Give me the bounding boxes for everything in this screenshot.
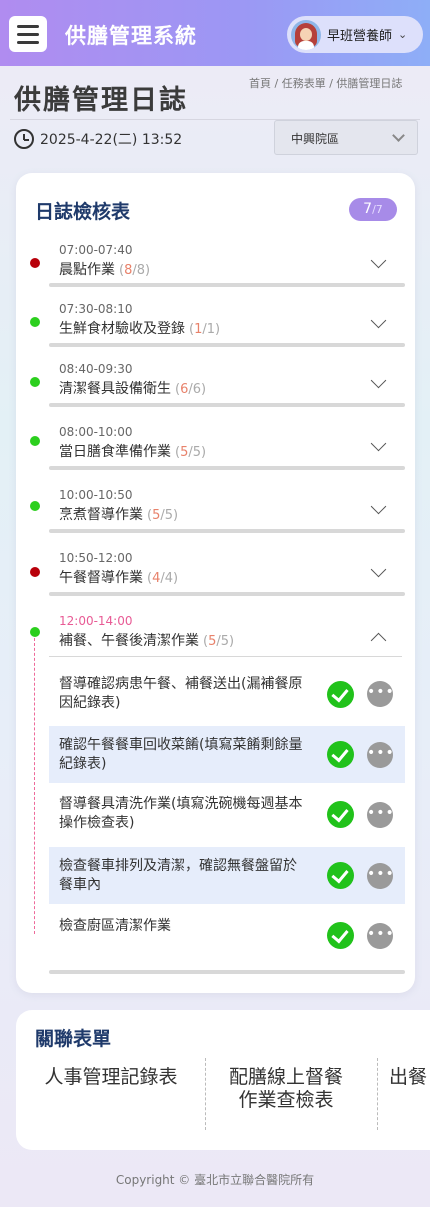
- task-total: /8: [132, 263, 146, 278]
- copyright: Copyright © 臺北市立聯合醫院所有: [115, 1173, 315, 1187]
- hospital-select[interactable]: 中興院區: [274, 120, 418, 155]
- checklist-title: 日誌檢核表: [35, 201, 131, 223]
- chevron-up-icon[interactable]: [370, 632, 387, 649]
- subtask-item: 檢查廚區清潔作業 •••: [49, 907, 405, 964]
- checklist-card: 日誌檢核表 7/7 07:00-07:40 晨點作業 (8/8) 07:30-08…: [16, 173, 415, 993]
- chevron-down-icon[interactable]: [370, 312, 387, 329]
- task-time: 08:00-10:00: [59, 425, 133, 439]
- status-dot: [30, 501, 40, 511]
- status-dot: [30, 627, 40, 637]
- divider: [377, 1058, 378, 1130]
- subtask-progress-bar: [49, 970, 405, 974]
- more-options-icon[interactable]: •••: [367, 681, 394, 707]
- subtask-item: 檢查餐車排列及清潔，確認無餐盤留於餐車內 •••: [49, 847, 405, 904]
- task-name-text: 補餐、午餐後清潔作業: [59, 633, 199, 649]
- status-dot: [30, 567, 40, 577]
- check-circle-icon[interactable]: [327, 801, 354, 828]
- breadcrumb[interactable]: 首頁 / 任務表單 / 供膳管理日誌: [249, 75, 402, 91]
- task-total: /6: [188, 382, 202, 397]
- task-name-text: 午餐督導作業: [59, 570, 143, 586]
- chevron-down-icon[interactable]: [370, 372, 387, 389]
- subtask-text: 確認午餐餐車回收菜餚(填寫菜餚剩餘量紀錄表): [59, 737, 303, 772]
- check-circle-icon[interactable]: [327, 741, 354, 768]
- subtask-item: 督導確認病患午餐、補餐送出(漏補餐原因紀錄表) •••: [49, 665, 405, 722]
- top-bar: 供膳管理系統 早班營養師 ⌄: [0, 0, 430, 66]
- badge-done: 7: [363, 201, 373, 217]
- task-progress-bar: [49, 343, 405, 347]
- timeline-dashed-line: [34, 638, 35, 934]
- chevron-down-icon[interactable]: [370, 561, 387, 578]
- check-circle-icon[interactable]: [327, 862, 354, 889]
- task-time: 10:00-10:50: [59, 488, 133, 502]
- more-options-icon[interactable]: •••: [367, 742, 394, 768]
- related-forms-card: 關聯表單 人事管理記錄表 配膳線上督餐作業查檢表 出餐: [16, 1010, 430, 1150]
- task-name-text: 生鮮食材驗收及登錄: [59, 321, 185, 337]
- divider: [49, 656, 402, 657]
- task-time: 07:30-08:10: [59, 302, 133, 316]
- user-name: 早班營養師: [327, 29, 393, 44]
- datetime-text: 2025-4-22(二) 13:52: [40, 132, 183, 148]
- task-name-text: 當日膳食準備作業: [59, 444, 171, 460]
- task-progress-bar: [49, 529, 405, 533]
- subtask-item: 確認午餐餐車回收菜餚(填寫菜餚剩餘量紀錄表) •••: [49, 726, 405, 783]
- task-name: 補餐、午餐後清潔作業 (5/5): [59, 633, 235, 649]
- task-progress-bar: [49, 466, 405, 470]
- task-progress-bar: [49, 403, 405, 407]
- task-time: 07:00-07:40: [59, 243, 133, 257]
- task-name-text: 晨點作業: [59, 262, 115, 278]
- related-form-link[interactable]: 配膳線上督餐作業查檢表: [221, 1066, 351, 1112]
- task-name: 烹煮督導作業 (5/5): [59, 507, 179, 523]
- badge-total: /7: [372, 203, 383, 216]
- subtask-item: 督導餐具清洗作業(填寫洗碗機每週基本操作檢查表) •••: [49, 785, 405, 842]
- task-total: /5: [188, 445, 202, 460]
- check-circle-icon[interactable]: [327, 681, 354, 708]
- related-form-link[interactable]: 人事管理記錄表: [36, 1066, 186, 1089]
- task-total: /5: [160, 508, 174, 523]
- chevron-down-icon[interactable]: [370, 252, 387, 269]
- related-form-link[interactable]: 出餐: [389, 1066, 430, 1089]
- hospital-select-value: 中興院區: [291, 132, 340, 146]
- more-options-icon[interactable]: •••: [367, 802, 394, 828]
- subtask-text: 督導確認病患午餐、補餐送出(漏補餐原因紀錄表): [59, 676, 303, 711]
- task-name: 午餐督導作業 (4/4): [59, 570, 179, 586]
- task-name-text: 烹煮督導作業: [59, 507, 143, 523]
- more-options-icon[interactable]: •••: [367, 923, 394, 949]
- subtask-text: 檢查餐車排列及清潔，確認無餐盤留於餐車內: [59, 858, 297, 893]
- task-total: /1: [202, 322, 216, 337]
- task-name: 晨點作業 (8/8): [59, 262, 151, 278]
- datetime: 2025-4-22(二) 13:52: [14, 129, 182, 149]
- task-progress-bar: [49, 283, 405, 287]
- task-name-text: 清潔餐具設備衛生: [59, 381, 171, 397]
- task-name: 清潔餐具設備衛生 (6/6): [59, 381, 207, 397]
- avatar: [291, 19, 321, 50]
- divider: [205, 1058, 206, 1130]
- related-forms-title: 關聯表單: [35, 1028, 112, 1050]
- task-progress-bar: [49, 592, 405, 596]
- task-time: 12:00-14:00: [59, 614, 133, 628]
- more-options-icon[interactable]: •••: [367, 863, 394, 889]
- app-title: 供膳管理系統: [65, 24, 197, 48]
- status-dot: [30, 436, 40, 446]
- task-name: 當日膳食準備作業 (5/5): [59, 444, 207, 460]
- task-time: 10:50-12:00: [59, 551, 133, 565]
- user-menu[interactable]: 早班營養師 ⌄: [287, 16, 423, 53]
- clock-icon: [14, 129, 34, 149]
- status-dot: [30, 258, 40, 268]
- page-title: 供膳管理日誌: [14, 85, 188, 116]
- status-dot: [30, 377, 40, 387]
- task-name: 生鮮食材驗收及登錄 (1/1): [59, 321, 221, 337]
- progress-badge: 7/7: [349, 198, 397, 221]
- hamburger-menu-icon[interactable]: [9, 16, 47, 52]
- subtask-text: 檢查廚區清潔作業: [59, 918, 171, 934]
- subtask-text: 督導餐具清洗作業(填寫洗碗機每週基本操作檢查表): [59, 796, 303, 831]
- task-total: /5: [216, 634, 230, 649]
- chevron-down-icon[interactable]: [370, 435, 387, 452]
- chevron-down-icon: ⌄: [398, 28, 408, 41]
- chevron-down-icon[interactable]: [370, 498, 387, 515]
- task-total: /4: [160, 571, 174, 586]
- task-time: 08:40-09:30: [59, 362, 133, 376]
- check-circle-icon[interactable]: [327, 922, 354, 949]
- status-dot: [30, 317, 40, 327]
- chevron-down-icon: [392, 129, 405, 142]
